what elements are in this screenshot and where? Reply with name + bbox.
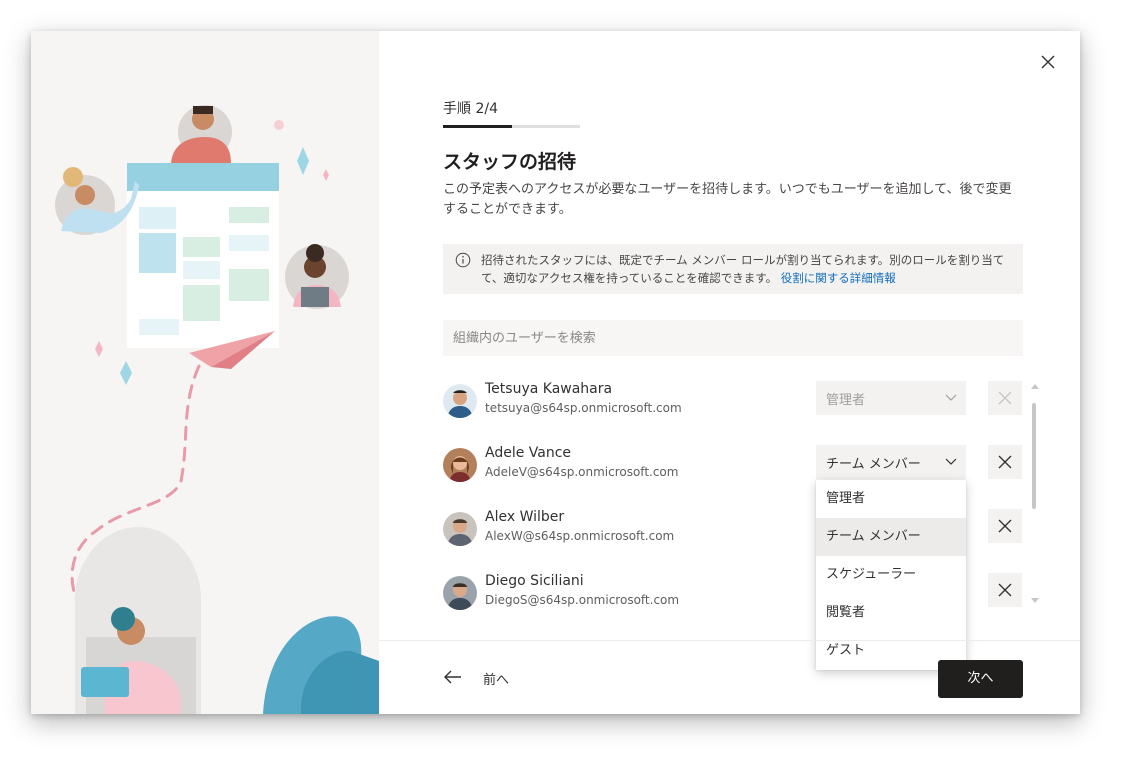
close-button[interactable] — [1036, 50, 1060, 74]
illustration-panel — [31, 31, 379, 714]
user-row: Tetsuya Kawahara tetsuya@s64sp.onmicroso… — [443, 381, 1023, 421]
avatar — [443, 448, 477, 482]
info-text: 招待されたスタッフには、既定でチーム メンバー ロールが割り当てられます。別のロ… — [481, 251, 1011, 287]
user-email: AlexW@s64sp.onmicrosoft.com — [485, 529, 675, 543]
scroll-up-icon[interactable] — [1030, 382, 1040, 390]
role-info-link[interactable]: 役割に関する詳細情報 — [781, 271, 896, 285]
role-value: 管理者 — [826, 393, 866, 408]
role-option-team-member[interactable]: チーム メンバー — [816, 518, 966, 556]
page-title: スタッフの招待 — [443, 151, 577, 173]
close-icon — [998, 583, 1012, 597]
arrow-left-icon — [444, 670, 461, 684]
back-label: 前へ — [483, 673, 510, 688]
role-value: チーム メンバー — [826, 457, 921, 472]
role-option-scheduler[interactable]: スケジューラー — [816, 556, 966, 594]
user-row: Adele Vance AdeleV@s64sp.onmicrosoft.com… — [443, 445, 1023, 485]
info-text-body: 招待されたスタッフには、既定でチーム メンバー ロールが割り当てられます。別のロ… — [481, 253, 1005, 285]
info-icon — [455, 252, 471, 268]
close-icon — [1041, 55, 1055, 69]
remove-user-button[interactable] — [988, 445, 1022, 479]
close-icon — [998, 519, 1012, 533]
close-icon — [998, 391, 1012, 405]
next-button[interactable]: 次へ — [938, 660, 1023, 698]
user-email: DiegoS@s64sp.onmicrosoft.com — [485, 593, 680, 607]
remove-user-button[interactable] — [988, 573, 1022, 607]
role-option-admin[interactable]: 管理者 — [816, 480, 966, 518]
avatar — [443, 512, 477, 546]
back-button[interactable]: 前へ — [443, 665, 523, 691]
avatar — [443, 384, 477, 418]
user-name: Tetsuya Kawahara — [485, 381, 613, 397]
progress-bar — [443, 125, 580, 128]
invite-staff-dialog: 手順 2/4 スタッフの招待 この予定表へのアクセスが必要なユーザーを招待します… — [31, 31, 1080, 714]
chevron-down-icon — [945, 394, 957, 401]
user-email: AdeleV@s64sp.onmicrosoft.com — [485, 465, 679, 479]
progress-fill — [443, 125, 512, 128]
scrollbar-thumb[interactable] — [1032, 403, 1036, 509]
chevron-down-icon — [945, 458, 957, 465]
invite-illustration — [55, 105, 379, 714]
role-select: 管理者 — [816, 381, 966, 415]
close-icon — [998, 455, 1012, 469]
user-name: Alex Wilber — [485, 509, 565, 525]
step-label: 手順 2/4 — [443, 101, 498, 117]
user-search-input[interactable] — [443, 320, 1023, 356]
remove-user-button[interactable] — [988, 509, 1022, 543]
user-name: Adele Vance — [485, 445, 572, 461]
scroll-down-icon[interactable] — [1030, 597, 1040, 605]
user-name: Diego Siciliani — [485, 573, 584, 589]
role-option-viewer[interactable]: 閲覧者 — [816, 594, 966, 632]
invite-content-panel: 手順 2/4 スタッフの招待 この予定表へのアクセスが必要なユーザーを招待します… — [379, 31, 1080, 714]
remove-user-button — [988, 381, 1022, 415]
role-dropdown-menu: 管理者 チーム メンバー スケジューラー 閲覧者 ゲスト — [816, 480, 966, 670]
info-message: 招待されたスタッフには、既定でチーム メンバー ロールが割り当てられます。別のロ… — [443, 244, 1023, 294]
user-email: tetsuya@s64sp.onmicrosoft.com — [485, 401, 682, 415]
role-select[interactable]: チーム メンバー — [816, 445, 966, 479]
avatar — [443, 576, 477, 610]
page-description: この予定表へのアクセスが必要なユーザーを招待します。いつでもユーザーを追加して、… — [443, 182, 1012, 217]
footer-divider — [379, 640, 1080, 641]
